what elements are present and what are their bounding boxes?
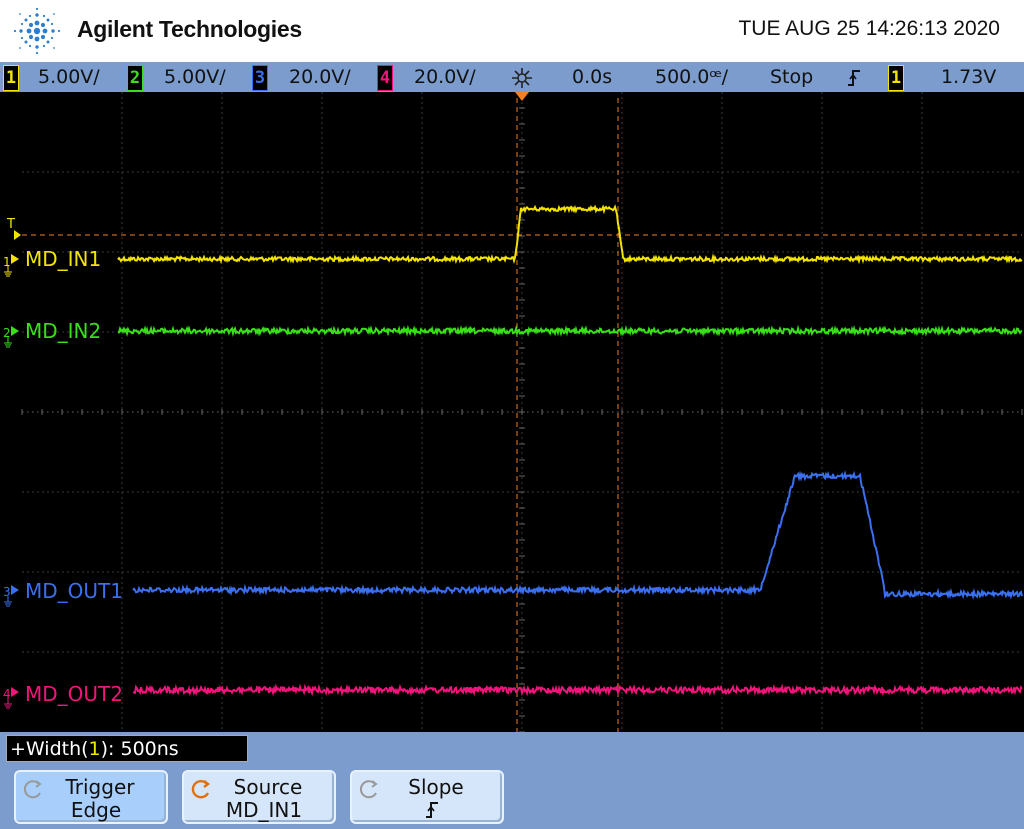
measurement-readout: +Width(1): 500ns <box>6 735 248 762</box>
source-softkey[interactable]: Source MD_IN1 <box>182 770 336 824</box>
channel-2-ground-marker[interactable]: 2 <box>3 326 19 348</box>
rising-edge-icon <box>848 70 860 86</box>
softkey-label: Slope <box>408 775 464 799</box>
trace-md-in2 <box>118 324 1023 338</box>
agilent-spark-logo-icon <box>13 7 61 55</box>
svg-text:3: 3 <box>3 585 11 599</box>
trace-md-in1 <box>117 204 1023 265</box>
softkey-label: Source <box>233 775 303 799</box>
trace-label-md-out2: MD_OUT2 <box>25 682 123 706</box>
delay-value: 0.0s <box>572 66 613 88</box>
trigger-source-badge[interactable]: 1 <box>888 65 904 91</box>
channel-4-badge[interactable]: 4 <box>377 65 393 91</box>
softkey-value <box>352 798 502 822</box>
channel-3-ground-marker[interactable]: 3 <box>3 585 19 607</box>
svg-text:T: T <box>6 217 15 232</box>
channel-1-ground-marker[interactable]: 1 <box>3 254 19 277</box>
channel-1-badge[interactable]: 1 <box>3 65 19 91</box>
trigger-level-marker[interactable]: T <box>6 217 21 240</box>
svg-text:4: 4 <box>3 687 11 701</box>
brand-name: Agilent Technologies <box>77 16 302 42</box>
trace-md-out2 <box>132 683 1023 697</box>
trace-label-md-in1: MD_IN1 <box>25 247 102 271</box>
channel-3-scale: 20.0V/ <box>289 66 351 88</box>
trace-label-md-in2: MD_IN2 <box>25 319 102 343</box>
softkey-label: Trigger <box>65 775 135 799</box>
waveform-display[interactable]: T 1 2 3 4 MD_IN1 MD_IN2 MD_OUT1 MD_OUT2 <box>0 92 1024 732</box>
channel-2-scale: 5.00V/ <box>164 66 226 88</box>
header: Agilent Technologies TUE AUG 25 14:26:13… <box>0 0 1024 62</box>
measurement-prefix: +Width( <box>10 738 89 760</box>
rising-edge-icon <box>426 802 438 818</box>
channel-2-badge[interactable]: 2 <box>127 65 143 91</box>
softkey-value: MD_IN1 <box>225 798 303 822</box>
measurement-suffix: ): 500ns <box>100 738 179 760</box>
trigger-type-softkey[interactable]: Trigger Edge <box>14 770 168 824</box>
softkey-value: Edge <box>70 798 122 822</box>
status-bar: 1 5.00V/ 2 5.00V/ 3 20.0V/ 4 20.0V/ 0.0s… <box>0 62 1024 92</box>
channel-4-scale: 20.0V/ <box>414 66 476 88</box>
measurement-channel: 1 <box>88 738 101 760</box>
sun-asterisk-icon <box>512 68 532 88</box>
softkey-panel: +Width(1): 500ns Trigger Edge Source MD_… <box>0 732 1024 829</box>
waveform-graticule: T 1 2 3 4 <box>3 92 1023 732</box>
date-time: TUE AUG 25 14:26:13 2020 <box>738 17 1000 40</box>
timebase-value: 500.0ꟹ/ <box>655 66 729 88</box>
svg-text:2: 2 <box>3 326 11 340</box>
channel-3-badge[interactable]: 3 <box>252 65 268 91</box>
trigger-level: 1.73V <box>941 66 997 88</box>
run-state[interactable]: Stop <box>770 62 813 92</box>
channel-4-ground-marker[interactable]: 4 <box>3 687 19 709</box>
channel-1-scale: 5.00V/ <box>38 66 100 88</box>
svg-text:1: 1 <box>3 255 11 269</box>
slope-softkey[interactable]: Slope <box>350 770 504 824</box>
trace-label-md-out1: MD_OUT1 <box>25 579 123 603</box>
